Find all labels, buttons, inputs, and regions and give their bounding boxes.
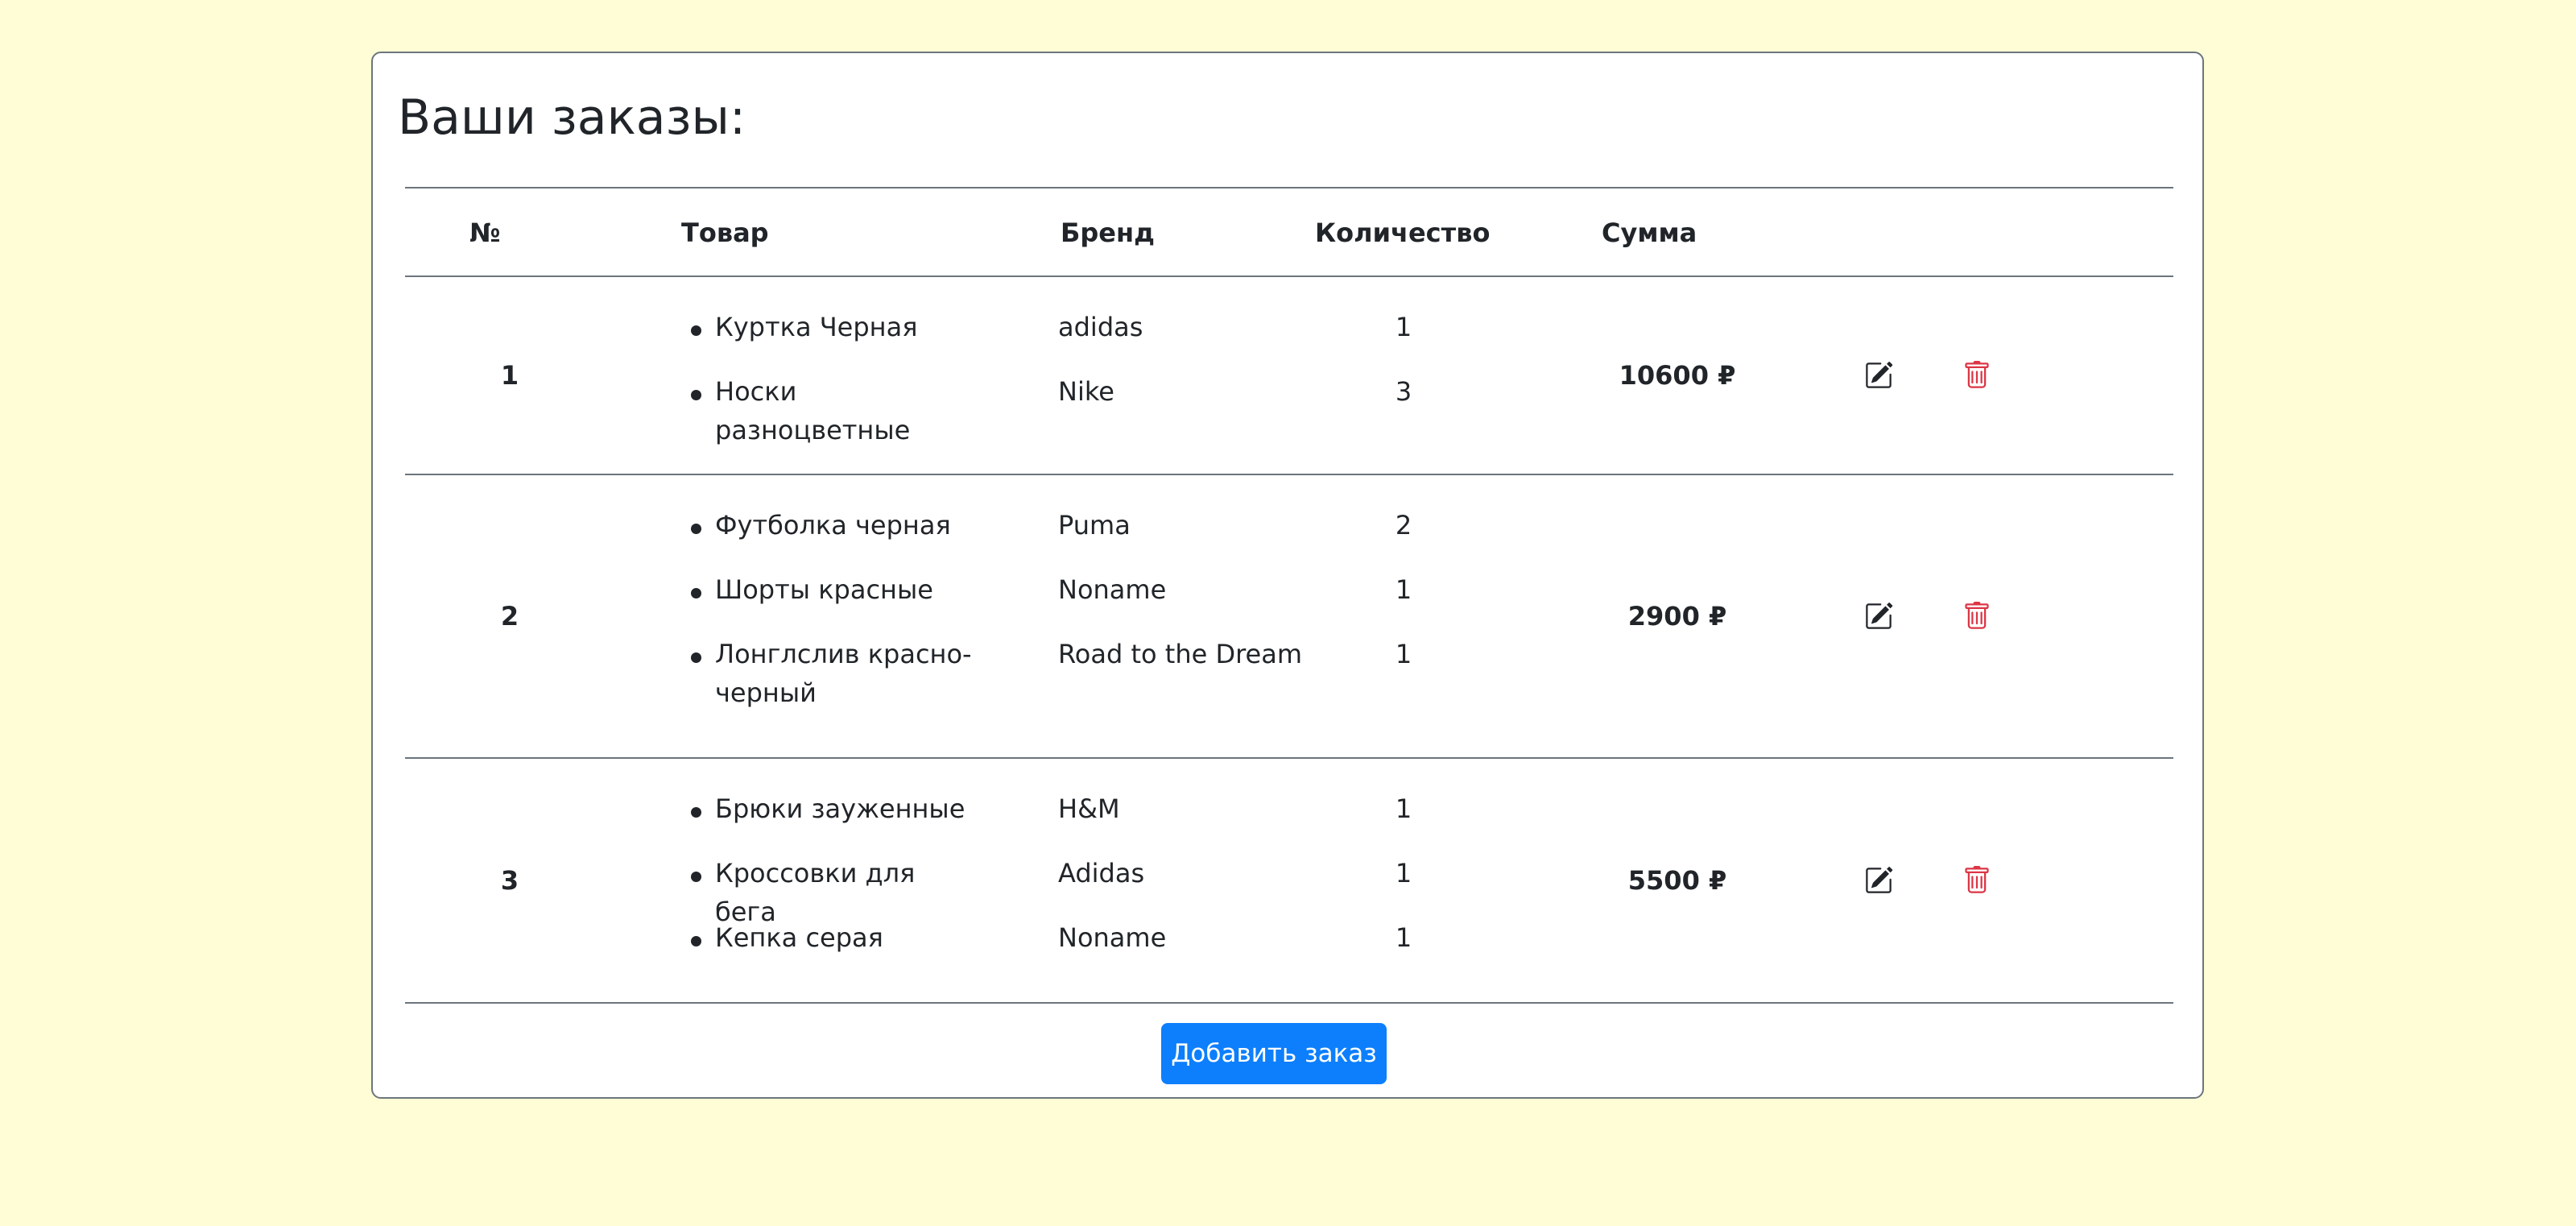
orders-card: Ваши заказы: № Товар Бренд Количество Су…: [371, 52, 2204, 1099]
item-qty: 1: [1395, 858, 1412, 888]
trash-icon: [1965, 361, 1989, 388]
add-order-button[interactable]: Добавить заказ: [1161, 1023, 1387, 1084]
bullet-icon: [691, 872, 701, 882]
row-actions: [1854, 759, 2056, 1002]
item-name: Куртка Черная: [715, 312, 918, 342]
item-name: Лонглслив красно-черный: [715, 639, 972, 708]
item-qty: 1: [1395, 793, 1412, 824]
delete-order-button[interactable]: [1953, 592, 2001, 640]
header-num: №: [469, 217, 501, 248]
table-row: 2 Футболка черная Puma 2 Шорты красные N…: [405, 475, 2173, 759]
bullet-icon: [691, 325, 701, 336]
item-qty: 3: [1395, 376, 1412, 407]
item-brand: Puma: [1058, 510, 1131, 541]
item-brand: Nike: [1058, 376, 1114, 407]
table-header: № Товар Бренд Количество Сумма: [405, 187, 2173, 277]
item-name: Носки разноцветные: [715, 376, 911, 445]
edit-order-button[interactable]: [1854, 351, 1903, 400]
pencil-square-icon: [1866, 603, 1893, 629]
pencil-square-icon: [1866, 362, 1893, 388]
item-name: Шорты красные: [715, 574, 933, 605]
item-brand: Noname: [1058, 574, 1167, 605]
item-qty: 1: [1395, 639, 1412, 669]
delete-order-button[interactable]: [1953, 856, 2001, 905]
item-qty: 1: [1395, 312, 1412, 342]
bullet-icon: [691, 936, 701, 946]
header-product: Товар: [681, 217, 769, 248]
order-sum: 5500 ₽: [1627, 865, 1727, 896]
item-brand: H&M: [1058, 793, 1120, 824]
item-name: Футболка черная: [715, 510, 951, 541]
order-sum: 10600 ₽: [1619, 360, 1736, 391]
item-qty: 2: [1395, 510, 1412, 541]
table-row: 1 Куртка Черная adidas 1 Носки разноцвет…: [405, 277, 2173, 475]
trash-icon: [1965, 866, 1989, 893]
item-brand: Adidas: [1058, 858, 1145, 888]
edit-order-button[interactable]: [1854, 592, 1903, 640]
row-actions: [1854, 475, 2056, 757]
delete-order-button[interactable]: [1953, 351, 2001, 400]
item-name: Брюки зауженные: [715, 793, 965, 824]
pencil-square-icon: [1866, 867, 1893, 893]
item-name: Кепка серая: [715, 922, 883, 953]
item-brand: Road to the Dream: [1058, 639, 1303, 669]
bullet-icon: [691, 524, 701, 534]
bullet-icon: [691, 807, 701, 818]
item-qty: 1: [1395, 574, 1412, 605]
bullet-icon: [691, 652, 701, 663]
trash-icon: [1965, 602, 1989, 629]
header-sum: Сумма: [1602, 217, 1697, 248]
header-qty: Количество: [1315, 217, 1491, 248]
table-row: 3 Брюки зауженные H&M 1 Кроссовки для бе…: [405, 759, 2173, 1004]
edit-order-button[interactable]: [1854, 856, 1903, 905]
order-sum: 2900 ₽: [1627, 601, 1727, 632]
page-title: Ваши заказы:: [398, 89, 746, 146]
header-brand: Бренд: [1061, 217, 1155, 248]
bullet-icon: [691, 588, 701, 599]
bullet-icon: [691, 390, 701, 400]
orders-table: № Товар Бренд Количество Сумма 1 Куртка …: [405, 187, 2173, 1004]
row-actions: [1854, 277, 2056, 474]
item-brand: Noname: [1058, 922, 1167, 953]
item-qty: 1: [1395, 922, 1412, 953]
item-brand: adidas: [1058, 312, 1143, 342]
